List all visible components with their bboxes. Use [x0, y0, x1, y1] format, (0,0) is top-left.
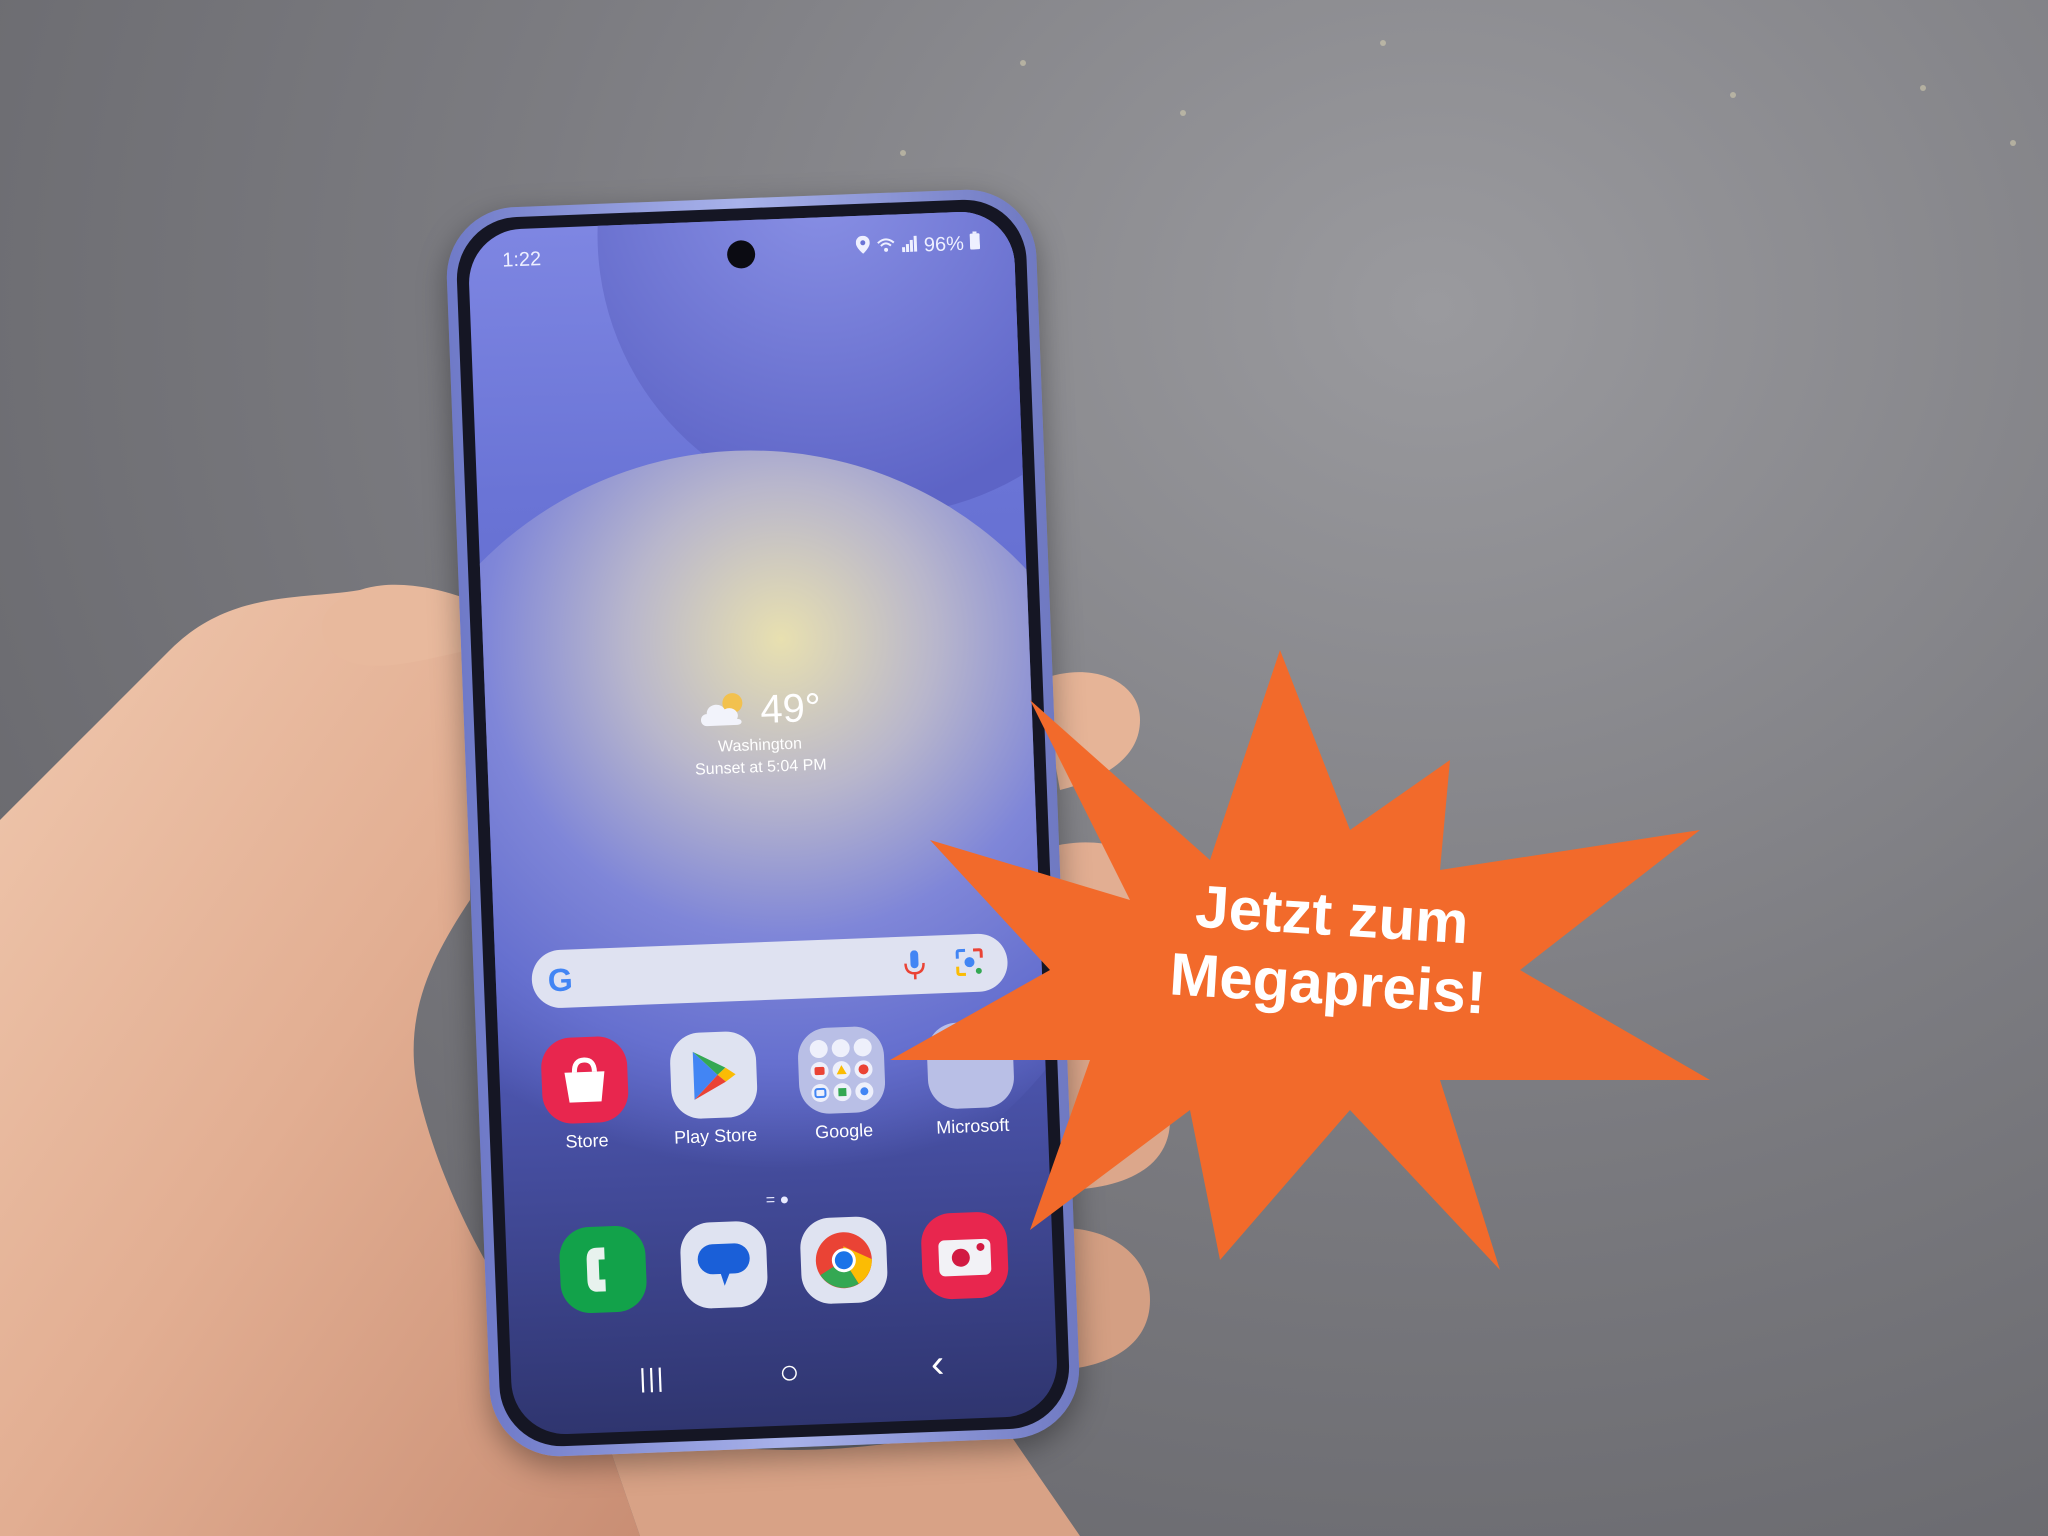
battery-icon: [969, 231, 981, 255]
location-icon: [855, 235, 871, 260]
promo-text: Jetzt zum Megapreis!: [1116, 867, 1544, 1030]
chrome-icon[interactable]: [799, 1215, 889, 1305]
play-store-icon: [668, 1030, 758, 1120]
partly-cloudy-icon: [696, 688, 754, 735]
app-label: Google: [814, 1120, 874, 1143]
app-play-store[interactable]: Play Store: [657, 1030, 771, 1149]
signal-icon: [901, 234, 918, 258]
phone-icon[interactable]: [558, 1224, 648, 1315]
galaxy-store-icon: [540, 1035, 630, 1125]
messages-icon[interactable]: [679, 1220, 769, 1310]
battery-percent: 96%: [923, 232, 965, 256]
home-button[interactable]: ○: [778, 1353, 800, 1393]
app-store[interactable]: Store: [528, 1035, 642, 1154]
app-label: Play Store: [673, 1124, 758, 1148]
back-button[interactable]: ‹: [930, 1341, 945, 1386]
google-logo-icon: G: [547, 961, 574, 999]
weather-temperature: 49°: [759, 685, 822, 732]
navigation-bar: ||| ○ ‹: [511, 1341, 1058, 1408]
app-label: Store: [565, 1130, 609, 1152]
status-time: 1:22: [501, 248, 542, 272]
google-folder-icon: [797, 1025, 887, 1115]
recents-button[interactable]: |||: [639, 1362, 666, 1394]
wifi-icon: [876, 235, 897, 259]
